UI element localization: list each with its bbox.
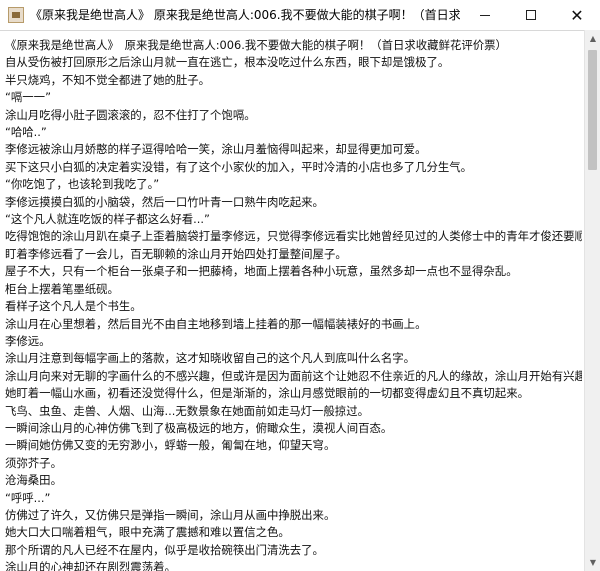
text-line: 一瞬间涂山月的心神仿佛飞到了极高极远的地方，俯瞰众生，漠视人间百态。 (5, 420, 393, 435)
maximize-icon (526, 10, 536, 20)
text-line: 她大口大口喘着粗气，眼中充满了震撼和难以置信之色。 (5, 525, 290, 540)
window-controls: ✕ (462, 0, 600, 30)
reader-window: 《原来我是绝世高人》 原来我是绝世高人:006.我不要做大能的棋子啊！（首日求.… (0, 0, 600, 571)
app-icon (8, 7, 24, 23)
text-line: 李修远摸摸白狐的小脑袋，然后一口竹叶青一口熟牛肉吃起来。 (5, 194, 324, 209)
text-line: “呼呼...” (5, 490, 51, 505)
text-line: 涂山月向来对无聊的字画什么的不感兴趣，但或许是因为面前这个让她忍不住亲近的凡人的… (5, 368, 582, 383)
text-line: “嗝一一” (5, 90, 51, 105)
text-line: 仿佛过了许久，又仿佛只是弹指一瞬间，涂山月从画中挣脱出来。 (5, 507, 336, 522)
text-line: “你吃饱了，也该轮到我吃了。” (5, 177, 160, 192)
scroll-up-arrow-icon[interactable]: ▲ (585, 30, 600, 47)
title-bar[interactable]: 《原来我是绝世高人》 原来我是绝世高人:006.我不要做大能的棋子啊！（首日求.… (0, 0, 600, 30)
scroll-down-arrow-icon[interactable]: ▼ (585, 554, 600, 571)
text-line: 李修远被涂山月娇憨的样子逗得哈哈一笑，涂山月羞恼得叫起来，却显得更加可爱。 (5, 142, 427, 157)
close-icon: ✕ (570, 5, 584, 25)
close-button[interactable]: ✕ (554, 0, 600, 30)
text-line: 买下这只小白狐的决定着实没错，有了这个小家伙的加入，平时冷清的小店也多了几分生气… (5, 159, 473, 174)
text-line: 自从受伤被打回原形之后涂山月就一直在逃亡，根本没吃过什么东西，眼下却是饿极了。 (5, 55, 450, 70)
text-line: 那个所谓的凡人已经不在屋内，似乎是收拾碗筷出门清洗去了。 (5, 542, 324, 557)
text-line: 涂山月注意到每幅字画上的落款，这才知晓收留自己的这个凡人到底叫什么名字。 (5, 351, 416, 366)
text-line: 屋子不大，只有一个柜台一张桌子和一把藤椅，地面上摆着各种小玩意，虽然多却一点也不… (5, 264, 518, 279)
text-line: 柜台上摆着笔墨纸砚。 (5, 281, 119, 296)
text-line: 吃得饱饱的涂山月趴在桌子上歪着脑袋打量李修远，只觉得李修远看实比她曾经见过的人类… (5, 229, 582, 244)
text-line: 盯着李修远看了一会儿，百无聊赖的涂山月开始四处打量整间屋子。 (5, 246, 347, 261)
text-line: 看样子这个凡人是个书生。 (5, 299, 142, 314)
text-line: 李修远。 (5, 333, 51, 348)
text-line: 涂山月的心神却还在剧烈震荡着。 (5, 560, 176, 571)
scrollbar-thumb[interactable] (588, 50, 597, 170)
maximize-button[interactable] (508, 0, 554, 30)
text-line: 飞鸟、虫鱼、走兽、人烟、山海...无数景象在她面前如走马灯一般掠过。 (5, 403, 369, 418)
text-line: 涂山月吃得小肚子圆滚滚的，忍不住打了个饱嗝。 (5, 107, 256, 122)
text-area[interactable]: 《原来我是绝世高人》 原来我是绝世高人:006.我不要做大能的棋子啊！（首日求收… (0, 30, 584, 571)
text-line: “这个凡人就连吃饭的样子都这么好看...” (5, 212, 210, 227)
minimize-icon (480, 14, 490, 16)
text-line: 涂山月在心里想着，然后目光不由自主地移到墙上挂着的那一幅幅装裱好的书画上。 (5, 316, 427, 331)
minimize-button[interactable] (462, 0, 508, 30)
text-line: 须弥芥子。 (5, 455, 62, 470)
vertical-scrollbar[interactable]: ▲ ▼ (584, 30, 600, 571)
window-title: 《原来我是绝世高人》 原来我是绝世高人:006.我不要做大能的棋子啊！（首日求.… (30, 8, 460, 22)
text-line: 《原来我是绝世高人》 原来我是绝世高人:006.我不要做大能的棋子啊！（首日求收… (5, 38, 507, 52)
text-line: 她盯着一幅山水画，初看还没觉得什么，但是渐渐的，涂山月感觉眼前的一切都变得虚幻且… (5, 386, 529, 401)
text-line: “哈哈..” (5, 125, 47, 140)
text-line: 沧海桑田。 (5, 473, 62, 488)
text-line: 半只烧鸡，不知不觉全都进了她的肚子。 (5, 72, 211, 87)
text-line: 一瞬间她仿佛又变的无穷渺小，蜉蝣一般，匍匐在地，仰望天穹。 (5, 438, 336, 453)
